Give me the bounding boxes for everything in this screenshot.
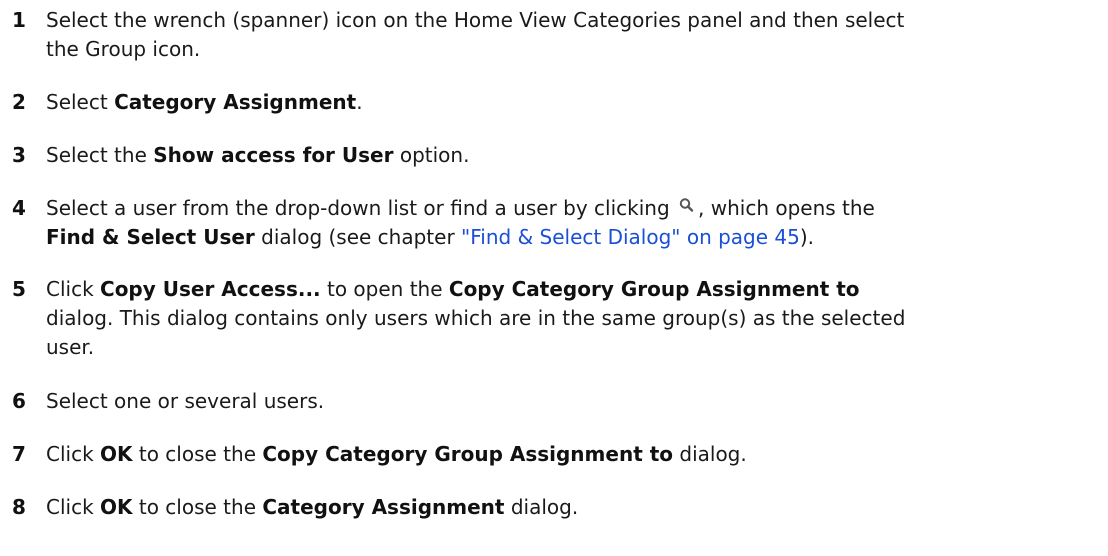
step-text-run: . xyxy=(356,90,363,114)
step-number: 3 xyxy=(12,143,26,167)
chapter-link[interactable]: "Find & Select Dialog" on page 45 xyxy=(461,225,800,249)
step-text-run: Select the xyxy=(46,143,154,167)
step-text-line: user. xyxy=(46,335,95,359)
step-text: Select a user from the drop-down list or… xyxy=(46,194,1096,252)
step-number: 7 xyxy=(12,442,26,466)
ui-term: Category Assignment xyxy=(114,90,357,114)
step-number: 4 xyxy=(12,196,26,220)
step-number: 8 xyxy=(12,495,26,519)
step-text-run: Click xyxy=(46,277,101,301)
procedure-steps: 1 Select the wrench (spanner) icon on th… xyxy=(0,0,1108,556)
step-number: 1 xyxy=(12,8,26,32)
step-text-run: option. xyxy=(393,143,470,167)
step-text-run: Select xyxy=(46,90,115,114)
step-text-run: Click xyxy=(46,495,101,519)
step-text-line: Select the wrench (spanner) icon on the … xyxy=(46,8,905,32)
ui-term: Show access for User xyxy=(153,143,394,167)
step-text-line: dialog. This dialog contains only users … xyxy=(46,306,906,330)
step-text: Click OK to close the Category Assignmen… xyxy=(46,493,1096,522)
search-icon[interactable] xyxy=(678,197,696,213)
ui-term: Find & Select User xyxy=(46,225,255,249)
step-number: 6 xyxy=(12,389,26,413)
step-text-run: Click xyxy=(46,442,101,466)
ui-term: Copy Category Group Assignment to xyxy=(448,277,860,301)
step-text-line: the Group icon. xyxy=(46,37,201,61)
step-text-run: dialog (see chapter xyxy=(254,225,462,249)
ui-term: Copy User Access... xyxy=(100,277,321,301)
ui-term: OK xyxy=(100,495,133,519)
step-text: Select one or several users. xyxy=(46,389,325,413)
step-text: Click OK to close the Copy Category Grou… xyxy=(46,440,1096,469)
step-text-run: dialog. xyxy=(673,442,747,466)
step-text-run: to close the xyxy=(132,442,263,466)
step-text-run: dialog. xyxy=(504,495,579,519)
step-text: Select the wrench (spanner) icon on the … xyxy=(46,6,1096,64)
ui-term: Category Assignment xyxy=(262,495,505,519)
step-number: 5 xyxy=(12,277,26,301)
step-text-run: to close the xyxy=(132,495,263,519)
step-text: Click Copy User Access... to open the Co… xyxy=(46,275,1096,362)
step-text: Select the Show access for User option. xyxy=(46,141,1096,170)
step-text-run: Select a user from the drop-down list or… xyxy=(46,196,677,220)
step-number: 2 xyxy=(12,90,26,114)
step-text-run: ). xyxy=(799,225,815,249)
step-text-run: to open the xyxy=(320,277,449,301)
step-text: Select Category Assignment. xyxy=(46,88,1096,117)
ui-term: Copy Category Group Assignment to xyxy=(262,442,674,466)
step-text-run: , which opens the xyxy=(698,196,875,220)
ui-term: OK xyxy=(100,442,133,466)
